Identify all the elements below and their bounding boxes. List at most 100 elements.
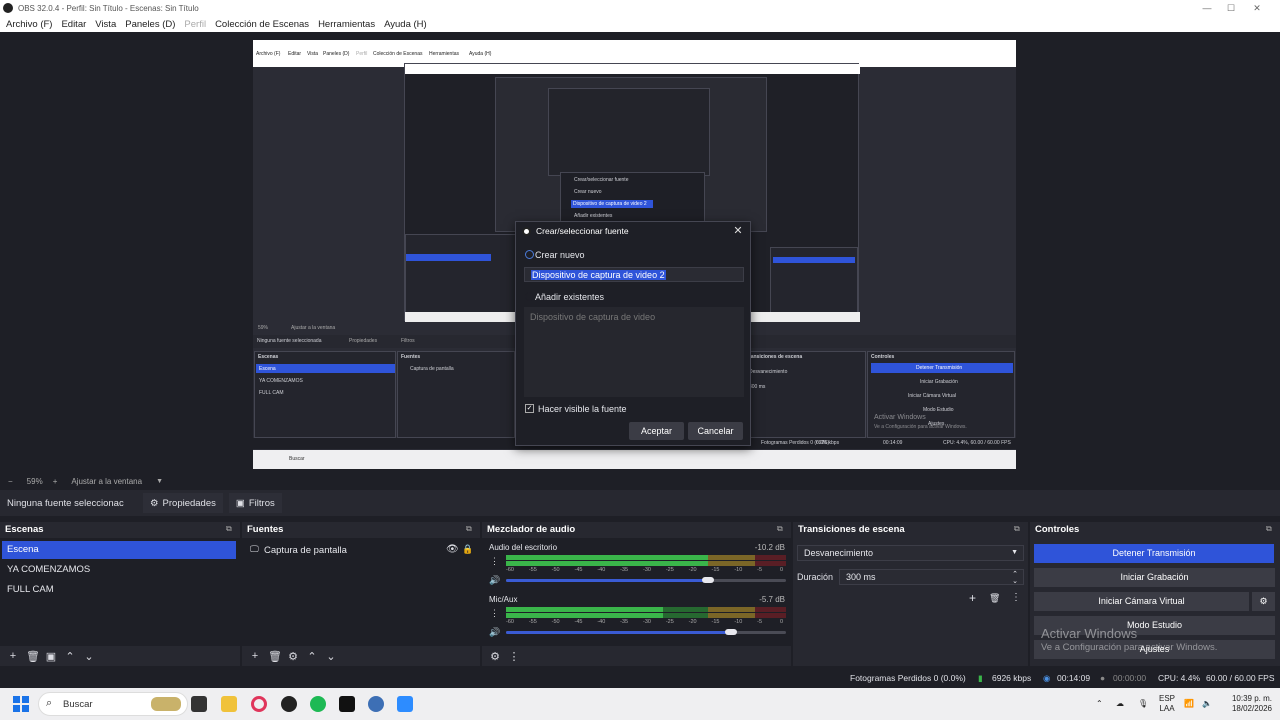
gear-icon[interactable]: ⚙	[489, 650, 501, 663]
existing-source-item[interactable]: Dispositivo de captura de video	[530, 312, 655, 322]
dock-menu-icon[interactable]: ⧉	[1266, 524, 1276, 534]
nested-dialog-new: Crear nuevo	[574, 189, 602, 195]
menu-editar[interactable]: Editar	[61, 19, 86, 30]
zoom-in-button[interactable]: +	[53, 477, 58, 486]
task-view-icon[interactable]	[191, 696, 207, 712]
scene-item[interactable]: FULL CAM	[2, 581, 236, 599]
spotify-icon[interactable]	[310, 696, 326, 712]
existing-sources-list[interactable]: Dispositivo de captura de video	[524, 307, 744, 397]
tray-chevron-icon[interactable]: ⌃	[1096, 699, 1103, 709]
make-visible-checkbox[interactable]: ✓	[525, 404, 534, 413]
zoom-out-button[interactable]: −	[8, 477, 13, 486]
source-toolbar: Ninguna fuente seleccionac ⚙ Propiedades…	[0, 490, 1280, 516]
volume-slider[interactable]	[506, 579, 709, 582]
network-icon[interactable]: ☁	[1116, 699, 1124, 709]
lang-layout: LAA	[1159, 704, 1175, 713]
obs-icon[interactable]	[281, 696, 297, 712]
kebab-menu-icon[interactable]: ⋮	[490, 608, 499, 619]
dock-menu-icon[interactable]: ⧉	[777, 524, 787, 534]
settings-app-icon[interactable]	[368, 696, 384, 712]
zoom-app-icon[interactable]	[397, 696, 413, 712]
speaker-icon[interactable]: 🔊	[489, 627, 500, 638]
speaker-icon[interactable]: 🔊	[489, 575, 500, 586]
search-icon: ⌕	[46, 697, 53, 709]
mixer-tick-label: -45	[574, 619, 583, 625]
trash-icon[interactable]: 🗑	[268, 650, 282, 663]
windows-start-icon[interactable]	[13, 696, 29, 712]
virtual-camera-settings-button[interactable]: ⚙	[1252, 592, 1275, 611]
scene-item[interactable]: YA COMENZAMOS	[2, 561, 236, 579]
source-item[interactable]: 🖵 Captura de pantalla 👁 🔒	[244, 541, 478, 559]
chevron-up-icon[interactable]: ⌃	[306, 650, 318, 663]
add-icon[interactable]: +	[969, 591, 976, 605]
kebab-menu-icon[interactable]: ⋮	[508, 650, 520, 663]
kebab-menu-icon[interactable]: ⋮	[490, 556, 499, 567]
cancel-button[interactable]: Cancelar	[688, 422, 743, 440]
close-window-button[interactable]: ✕	[1234, 0, 1280, 16]
file-explorer-icon[interactable]	[221, 696, 237, 712]
menu-vista[interactable]: Vista	[95, 19, 116, 30]
chevron-down-icon[interactable]: ⌄	[325, 650, 337, 663]
taskbar-search[interactable]: ⌕ Buscar	[38, 692, 188, 716]
capcut-icon[interactable]	[339, 696, 355, 712]
menu-ayuda[interactable]: Ayuda (H)	[384, 19, 427, 30]
nested-filters: Filtros	[401, 338, 415, 344]
volume-handle[interactable]	[702, 577, 715, 583]
opera-icon[interactable]	[251, 696, 267, 712]
dialog-close-button[interactable]: ✕	[731, 224, 745, 238]
duration-spinbox[interactable]: 300 ms ⌃ ⌄	[839, 569, 1024, 585]
eye-icon[interactable]: 👁	[446, 544, 459, 555]
mixer-tick-label: -30	[643, 567, 651, 573]
create-new-radio[interactable]	[525, 250, 534, 259]
dock-menu-icon[interactable]: ⧉	[226, 524, 236, 534]
kebab-menu-icon[interactable]: ⋮	[1011, 592, 1021, 603]
menu-paneles[interactable]: Paneles (D)	[125, 19, 175, 30]
trash-icon[interactable]: 🗑	[26, 650, 40, 663]
filters-button[interactable]: ▣ Filtros	[228, 493, 282, 513]
mixer-tick-label: -50	[551, 619, 560, 625]
window-title: OBS 32.0.4 - Perfil: Sin Título - Escena…	[18, 3, 199, 13]
lock-icon[interactable]: 🔒	[462, 544, 473, 555]
meter-zone	[707, 613, 756, 618]
trash-icon[interactable]: 🗑	[989, 593, 1000, 604]
chevron-down-icon[interactable]: ⌄	[1012, 575, 1018, 589]
start-recording-button[interactable]: Iniciar Grabación	[1034, 568, 1275, 587]
chevron-down-icon[interactable]: ▼	[156, 478, 163, 485]
accept-button[interactable]: Aceptar	[629, 422, 684, 440]
filter-icon[interactable]: ▣	[45, 650, 57, 663]
gear-icon[interactable]: ⚙	[287, 650, 299, 663]
dock-menu-icon[interactable]: ⧉	[1014, 524, 1024, 534]
meter-zone	[707, 607, 756, 612]
menu-herramientas[interactable]: Herramientas	[318, 19, 375, 30]
wifi-icon[interactable]: 📶	[1184, 699, 1194, 709]
transition-select[interactable]: Desvanecimiento ▼	[797, 545, 1024, 561]
mixer-tick-label: -5	[757, 567, 763, 573]
volume-slider[interactable]	[506, 631, 731, 634]
nested-dialog-existing: Añadir existentes	[574, 213, 613, 219]
new-source-name-input[interactable]: Dispositivo de captura de video 2	[524, 267, 744, 282]
microphone-icon[interactable]: 🎙	[1138, 699, 1148, 709]
start-virtual-camera-button[interactable]: Iniciar Cámara Virtual	[1034, 592, 1249, 611]
nested-transitions-title: Transiciones de escena	[746, 354, 803, 360]
meter-level	[506, 561, 708, 566]
add-icon[interactable]: +	[249, 650, 261, 662]
fit-window-button[interactable]: Ajustar a la ventana	[71, 477, 142, 486]
volume-icon[interactable]: 🔈	[1202, 699, 1212, 709]
clock[interactable]: 10:39 p. m. 18/02/2026	[1222, 694, 1272, 714]
menu-coleccion-escenas[interactable]: Colección de Escenas	[215, 19, 309, 30]
add-icon[interactable]: +	[7, 650, 19, 662]
mixer-body: Audio del escritorio -10.2 dB ⋮ -60 -55 -5…	[482, 538, 791, 646]
activate-windows-hint: Ve a Configuración para activar Windows.	[1041, 642, 1218, 653]
scene-item[interactable]: Escena	[2, 541, 236, 559]
dock-menu-icon[interactable]: ⧉	[466, 524, 476, 534]
chevron-up-icon[interactable]: ⌃	[64, 650, 76, 663]
menu-perfil[interactable]: Perfil	[184, 19, 206, 30]
stop-stream-button[interactable]: Detener Transmisión	[1034, 544, 1274, 563]
activate-windows-watermark: Activar Windows	[1041, 626, 1138, 641]
chevron-down-icon[interactable]: ⌄	[83, 650, 95, 663]
properties-button[interactable]: ⚙ Propiedades	[143, 493, 223, 513]
volume-handle[interactable]	[725, 629, 737, 635]
language-indicator[interactable]: ESP LAA	[1156, 694, 1178, 714]
menu-archivo[interactable]: Archivo (F)	[6, 19, 52, 30]
add-existing-radio[interactable]	[525, 292, 534, 301]
